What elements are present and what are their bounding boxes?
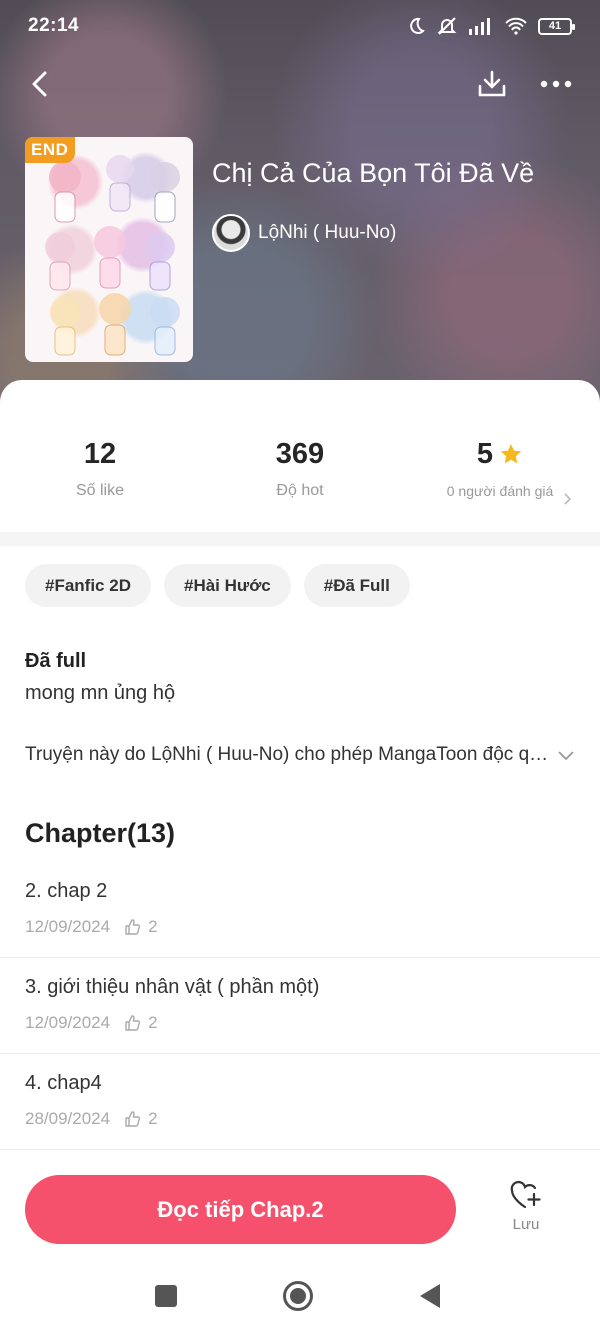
save-label: Lưu <box>512 1216 540 1233</box>
continue-reading-button[interactable]: Đọc tiếp Chap.2 <box>25 1175 456 1244</box>
status-time: 22:14 <box>28 15 80 36</box>
likes-count: 12 <box>83 437 117 470</box>
download-button[interactable] <box>472 64 512 104</box>
chapter-meta: 12/09/2024 2 <box>25 1013 575 1033</box>
completion-status: Đã full <box>25 650 87 672</box>
chapter-title: 3. giới thiệu nhân vật ( phần một) <box>25 976 320 998</box>
top-nav <box>0 62 600 106</box>
triangle-back-icon <box>420 1284 440 1308</box>
stat-likes: 12 Số like <box>0 436 200 526</box>
chapter-list: 2. chap 2 12/09/2024 2 3. giới thiệu nhâ… <box>0 862 600 1150</box>
tag-humor[interactable]: #Hài Hước <box>163 564 291 607</box>
tag-list: #Fanfic 2D #Hài Hước #Đã Full <box>25 564 410 607</box>
permission-text: Truyện này do LộNhi ( Huu-No) cho phép M… <box>25 744 550 765</box>
battery-icon: 41 <box>538 17 575 35</box>
download-icon <box>478 70 506 97</box>
chapter-item[interactable]: 2. chap 2 12/09/2024 2 <box>0 862 600 958</box>
chapter-date: 12/09/2024 <box>25 917 111 936</box>
chapter-title: 2. chap 2 <box>25 880 108 902</box>
mute-icon <box>436 15 458 37</box>
wifi-icon <box>504 17 528 35</box>
heart-plus-icon <box>510 1180 541 1209</box>
tag-completed[interactable]: #Đã Full <box>303 564 410 607</box>
avatar <box>212 214 250 252</box>
thumbs-up-icon <box>125 919 141 935</box>
author-name: LộNhi ( Huu-No) <box>258 222 397 243</box>
tag-fanfic[interactable]: #Fanfic 2D <box>25 564 151 607</box>
hot-label: Độ hot <box>276 482 324 499</box>
star-icon <box>500 444 522 464</box>
book-title: Chị Cả Của Bọn Tôi Đã Về <box>212 158 535 188</box>
recent-apps-button[interactable] <box>146 1276 186 1316</box>
chapter-date: 28/09/2024 <box>25 1109 111 1128</box>
more-icon <box>540 80 572 88</box>
rating-value-wrap: 5 <box>477 436 523 472</box>
stat-rating[interactable]: 5 0 người đánh giá <box>400 436 600 526</box>
chapter-likes: 2 <box>148 917 158 936</box>
permission-notice[interactable]: Truyện này do LộNhi ( Huu-No) cho phép M… <box>25 744 575 766</box>
home-button[interactable] <box>278 1276 318 1316</box>
status-bar: 22:14 41 <box>0 0 600 52</box>
book-description: mong mn ủng hộ <box>25 682 176 704</box>
system-nav-bar <box>0 1258 600 1333</box>
stats-row: 12 Số like 369 Độ hot 5 0 người đánh giá <box>0 436 600 526</box>
stat-hot: 369 Độ hot <box>200 436 400 526</box>
author-link[interactable]: LộNhi ( Huu-No) <box>212 214 396 252</box>
save-button[interactable]: Lưu <box>496 1180 556 1233</box>
end-badge: END <box>25 137 76 163</box>
thumbs-up-icon <box>125 1015 141 1031</box>
thumbs-up-icon <box>125 1111 141 1127</box>
chapter-item[interactable]: 3. giới thiệu nhân vật ( phần một) 12/09… <box>0 958 600 1054</box>
rating-count-label[interactable]: 0 người đánh giá <box>445 482 572 505</box>
chevron-right-icon <box>564 493 572 505</box>
chapter-item[interactable]: 4. chap4 28/09/2024 2 <box>0 1054 600 1150</box>
chapter-meta: 12/09/2024 2 <box>25 917 575 937</box>
chapter-meta: 28/09/2024 2 <box>25 1109 575 1129</box>
hot-count: 369 <box>275 437 325 470</box>
rating-score: 5 <box>476 437 494 470</box>
square-icon <box>155 1285 177 1307</box>
more-options-button[interactable] <box>536 64 576 104</box>
cover-illustration <box>45 155 180 356</box>
chapter-date: 12/09/2024 <box>25 1013 111 1032</box>
section-divider <box>0 532 600 546</box>
rating-count-text: 0 người đánh giá <box>446 483 554 499</box>
back-button[interactable] <box>20 64 60 104</box>
system-back-button[interactable] <box>410 1276 450 1316</box>
book-cover[interactable]: END <box>25 137 193 362</box>
chapter-heading: Chapter(13) <box>25 818 176 848</box>
home-circle-icon <box>283 1281 313 1311</box>
status-icons: 41 <box>406 15 575 37</box>
chevron-down-icon <box>558 751 574 761</box>
signal-icon <box>468 17 494 35</box>
chapter-title: 4. chap4 <box>25 1072 102 1094</box>
chapter-likes: 2 <box>148 1109 158 1128</box>
chapter-likes: 2 <box>148 1013 158 1032</box>
bottom-action-bar: Đọc tiếp Chap.2 Lưu <box>0 1158 600 1258</box>
likes-label: Số like <box>75 482 125 499</box>
moon-icon <box>406 16 426 36</box>
back-arrow-icon <box>32 71 47 97</box>
